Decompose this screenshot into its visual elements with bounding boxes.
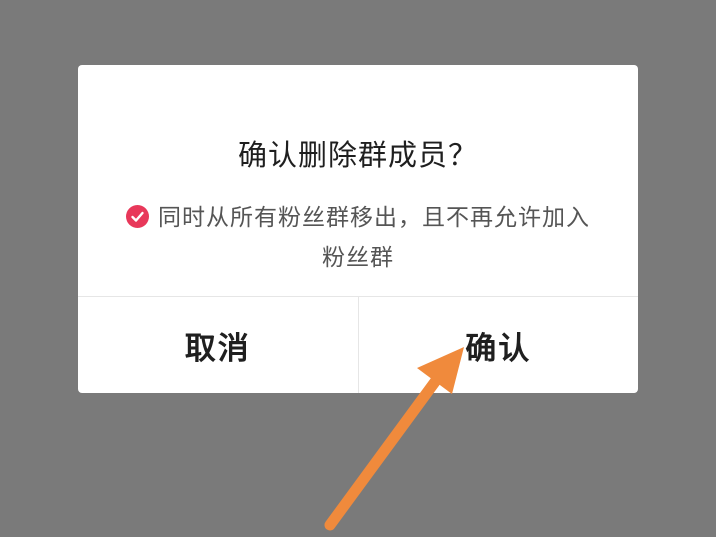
arrow-pointer-icon: [324, 347, 464, 531]
